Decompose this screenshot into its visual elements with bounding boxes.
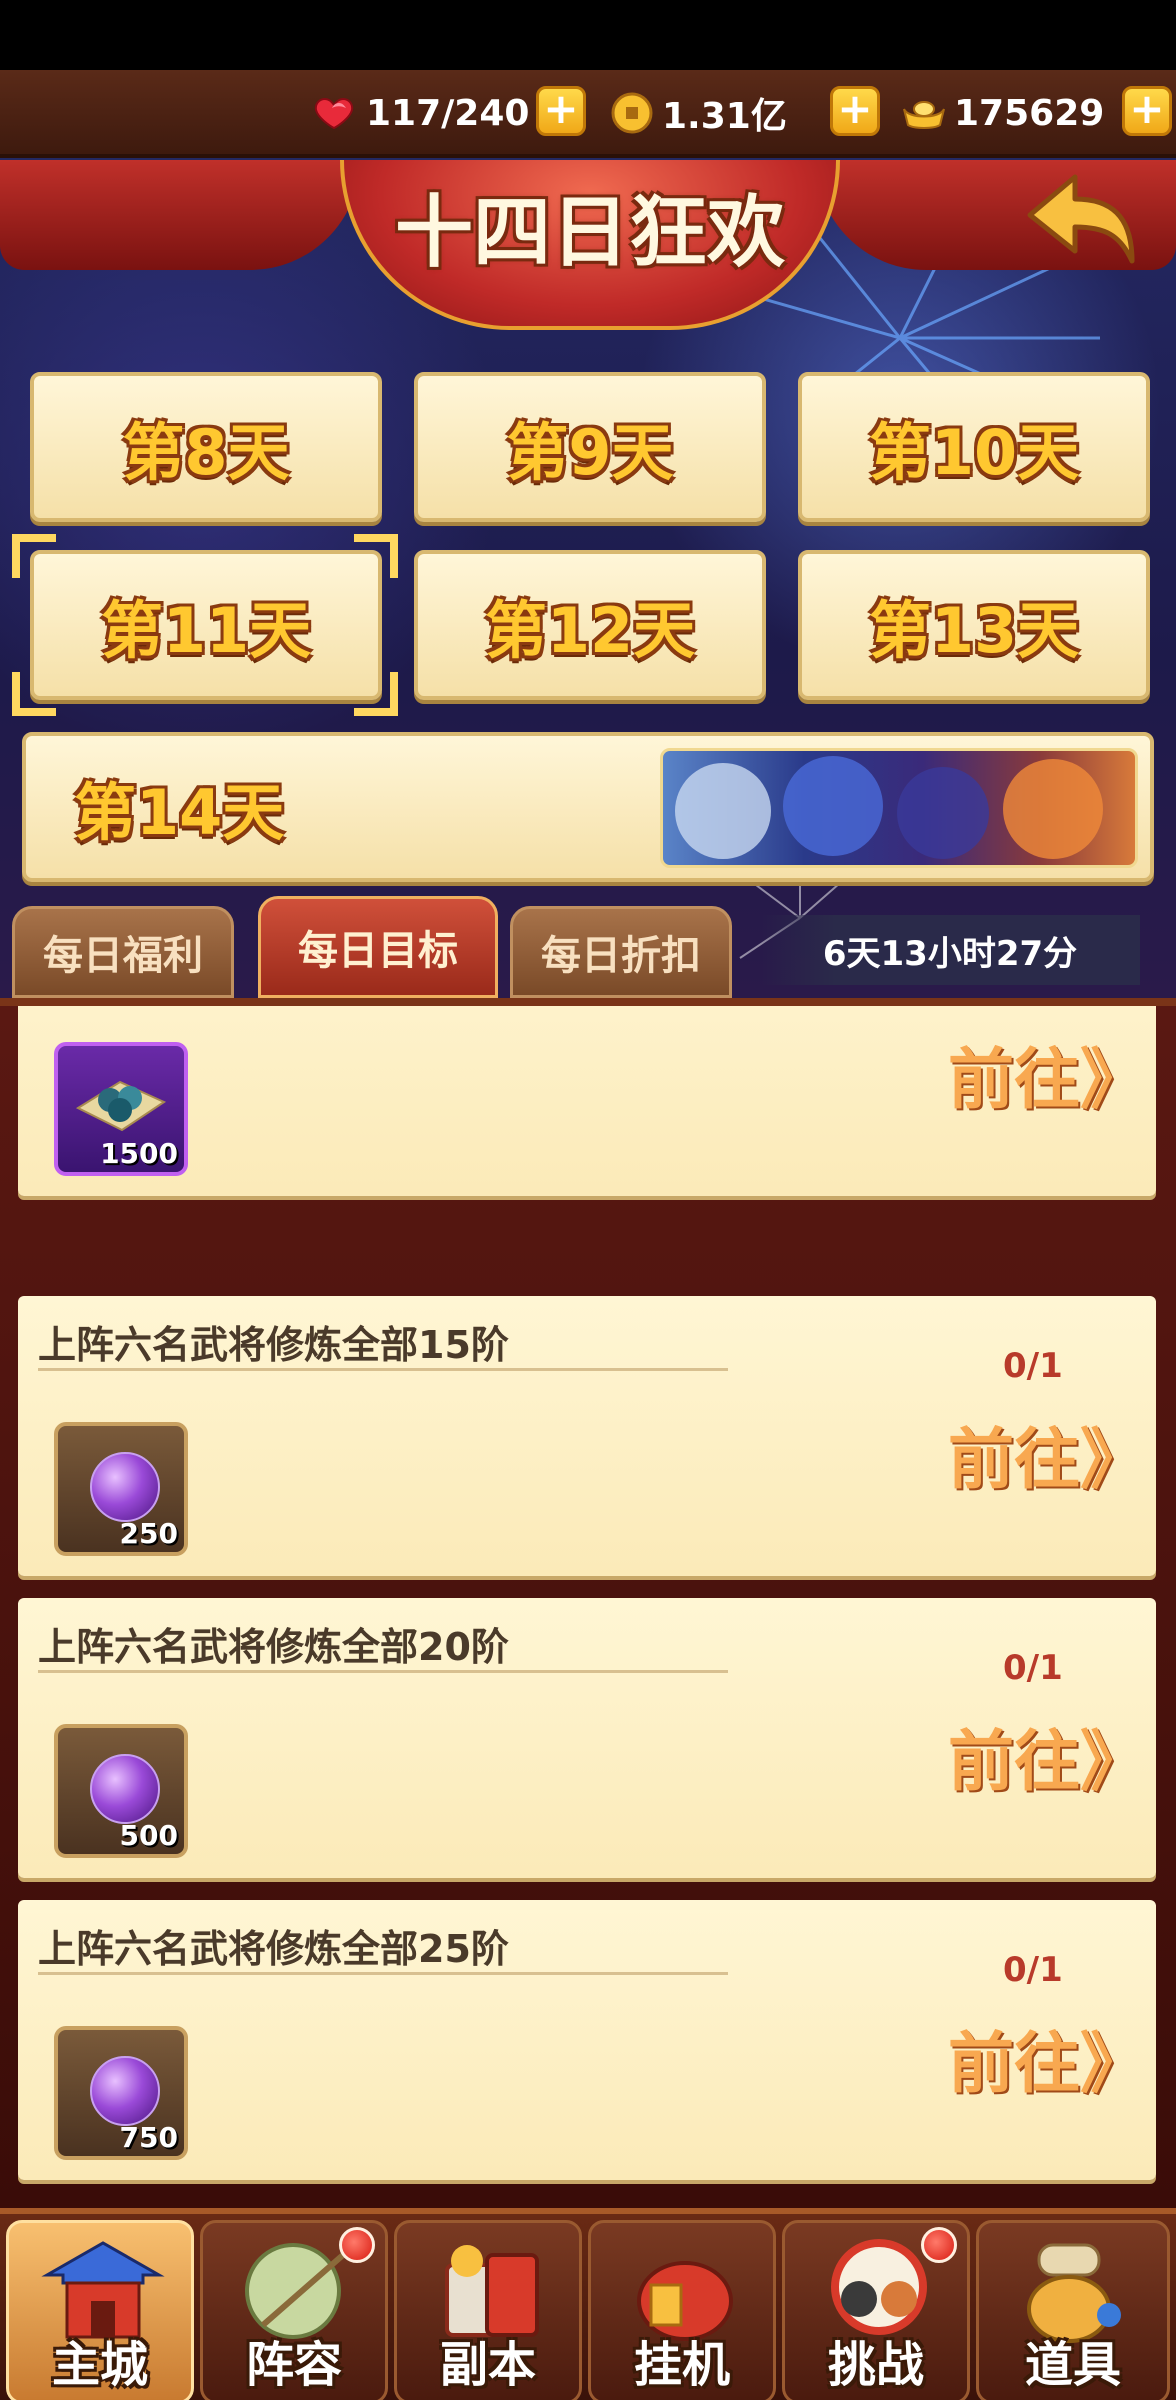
day-label: 第14天: [74, 776, 285, 849]
tab-daily-welfare[interactable]: 每日福利: [12, 906, 234, 998]
task-title: 上阵六名武将修炼全部15阶: [38, 1323, 509, 1367]
jade-stones-icon: [75, 1080, 167, 1132]
nav-label: 挑战: [827, 2337, 924, 2393]
purple-orb-icon: [90, 2056, 160, 2126]
day-label: 第8天: [122, 416, 290, 489]
reward-count: 250: [119, 1517, 178, 1550]
nav-lineup[interactable]: 阵容: [200, 2220, 388, 2400]
divider: [38, 1368, 728, 1371]
reward-count: 750: [119, 2121, 178, 2154]
nav-dungeon[interactable]: 副本: [394, 2220, 582, 2400]
add-ingots-button[interactable]: +: [1122, 86, 1172, 136]
reward-count: 1500: [100, 1137, 178, 1170]
day-10-tab[interactable]: 第10天: [798, 372, 1150, 522]
reward-item[interactable]: 500: [54, 1724, 188, 1858]
goto-button[interactable]: 前往》: [948, 1708, 1146, 1804]
task-progress: 0/1: [1003, 1950, 1063, 1990]
ingots-value: 175629: [954, 92, 1105, 134]
goto-button[interactable]: 前往》: [948, 2010, 1146, 2106]
day-label: 第11天: [100, 594, 312, 667]
heroes-preview-image: [660, 748, 1138, 868]
day-label: 第12天: [484, 594, 696, 667]
task-card: 上阵六名武将修炼全部15阶 0/1 前往》 250: [18, 1296, 1156, 1576]
add-coins-button[interactable]: +: [830, 86, 880, 136]
back-arrow-icon: [1027, 174, 1135, 264]
day-8-tab[interactable]: 第8天: [30, 372, 382, 522]
nav-label: 挂机: [633, 2337, 730, 2393]
heart-icon: [312, 93, 360, 133]
day-11-tab[interactable]: 第11天: [30, 550, 382, 700]
back-button[interactable]: [1020, 165, 1140, 275]
add-stamina-button[interactable]: +: [536, 86, 586, 136]
stamina-value: 117/240: [366, 92, 530, 134]
reward-item[interactable]: 750: [54, 2026, 188, 2160]
bottom-nav: 主城 阵容 副本 挂机 挑战 道具: [0, 2208, 1176, 2400]
stamina-display: 117/240: [312, 84, 529, 142]
task-title: 上阵六名武将修炼全部25阶: [38, 1927, 509, 1971]
purple-orb-icon: [90, 1452, 160, 1522]
task-list[interactable]: 0/1 前往》 1500 上阵六名武将修炼全部15阶 0/1 前往》 250 上…: [0, 998, 1176, 2208]
task-card: 上阵六名武将修炼全部20阶 0/1 前往》 500: [18, 1598, 1156, 1878]
purple-orb-icon: [90, 1754, 160, 1824]
curtain-left: [0, 160, 360, 270]
divider: [38, 1670, 728, 1673]
ingots-display: 175629: [900, 84, 1104, 142]
countdown-timer: 6天13小时27分: [760, 915, 1140, 985]
day-12-tab[interactable]: 第12天: [414, 550, 766, 700]
goto-button[interactable]: 前往》: [948, 1026, 1146, 1122]
resource-bar: 117/240 + 1.31亿 + 175629 +: [0, 70, 1176, 158]
task-progress: 0/1: [1003, 998, 1063, 1006]
reward-item[interactable]: 250: [54, 1422, 188, 1556]
notification-badge: [339, 2227, 375, 2263]
goto-button[interactable]: 前往》: [948, 1406, 1146, 1502]
day-9-tab[interactable]: 第9天: [414, 372, 766, 522]
reward-item[interactable]: 1500: [54, 1042, 188, 1176]
nav-label: 道具: [1024, 2337, 1121, 2393]
coin-icon: [608, 92, 656, 134]
nav-label: 副本: [439, 2337, 536, 2393]
nav-label: 阵容: [245, 2337, 342, 2393]
day-13-tab[interactable]: 第13天: [798, 550, 1150, 700]
day-label: 第13天: [868, 594, 1080, 667]
divider: [38, 1972, 728, 1975]
task-card: 0/1 前往》 1500: [18, 998, 1156, 1196]
day-label: 第9天: [506, 416, 674, 489]
nav-idle[interactable]: 挂机: [588, 2220, 776, 2400]
notification-badge: [921, 2227, 957, 2263]
task-card: 上阵六名武将修炼全部25阶 0/1 前往》 750: [18, 1900, 1156, 2180]
task-progress: 0/1: [1003, 1648, 1063, 1688]
nav-main-city[interactable]: 主城: [6, 2220, 194, 2400]
status-bar: [0, 0, 1176, 70]
task-progress: 0/1: [1003, 1346, 1063, 1386]
nav-label: 主城: [51, 2337, 148, 2393]
gold-ingot-icon: [900, 93, 948, 133]
nav-challenge[interactable]: 挑战: [782, 2220, 970, 2400]
coins-value: 1.31亿: [662, 96, 787, 137]
day-label: 第10天: [868, 416, 1080, 489]
task-title: 上阵六名武将修炼全部20阶: [38, 1625, 509, 1669]
tab-daily-goals[interactable]: 每日目标: [258, 896, 498, 998]
nav-items[interactable]: 道具: [976, 2220, 1170, 2400]
tab-daily-discount[interactable]: 每日折扣: [510, 906, 732, 998]
reward-count: 500: [119, 1819, 178, 1852]
coins-display: 1.31亿: [608, 84, 787, 142]
page-title: 十四日狂欢: [394, 188, 785, 278]
